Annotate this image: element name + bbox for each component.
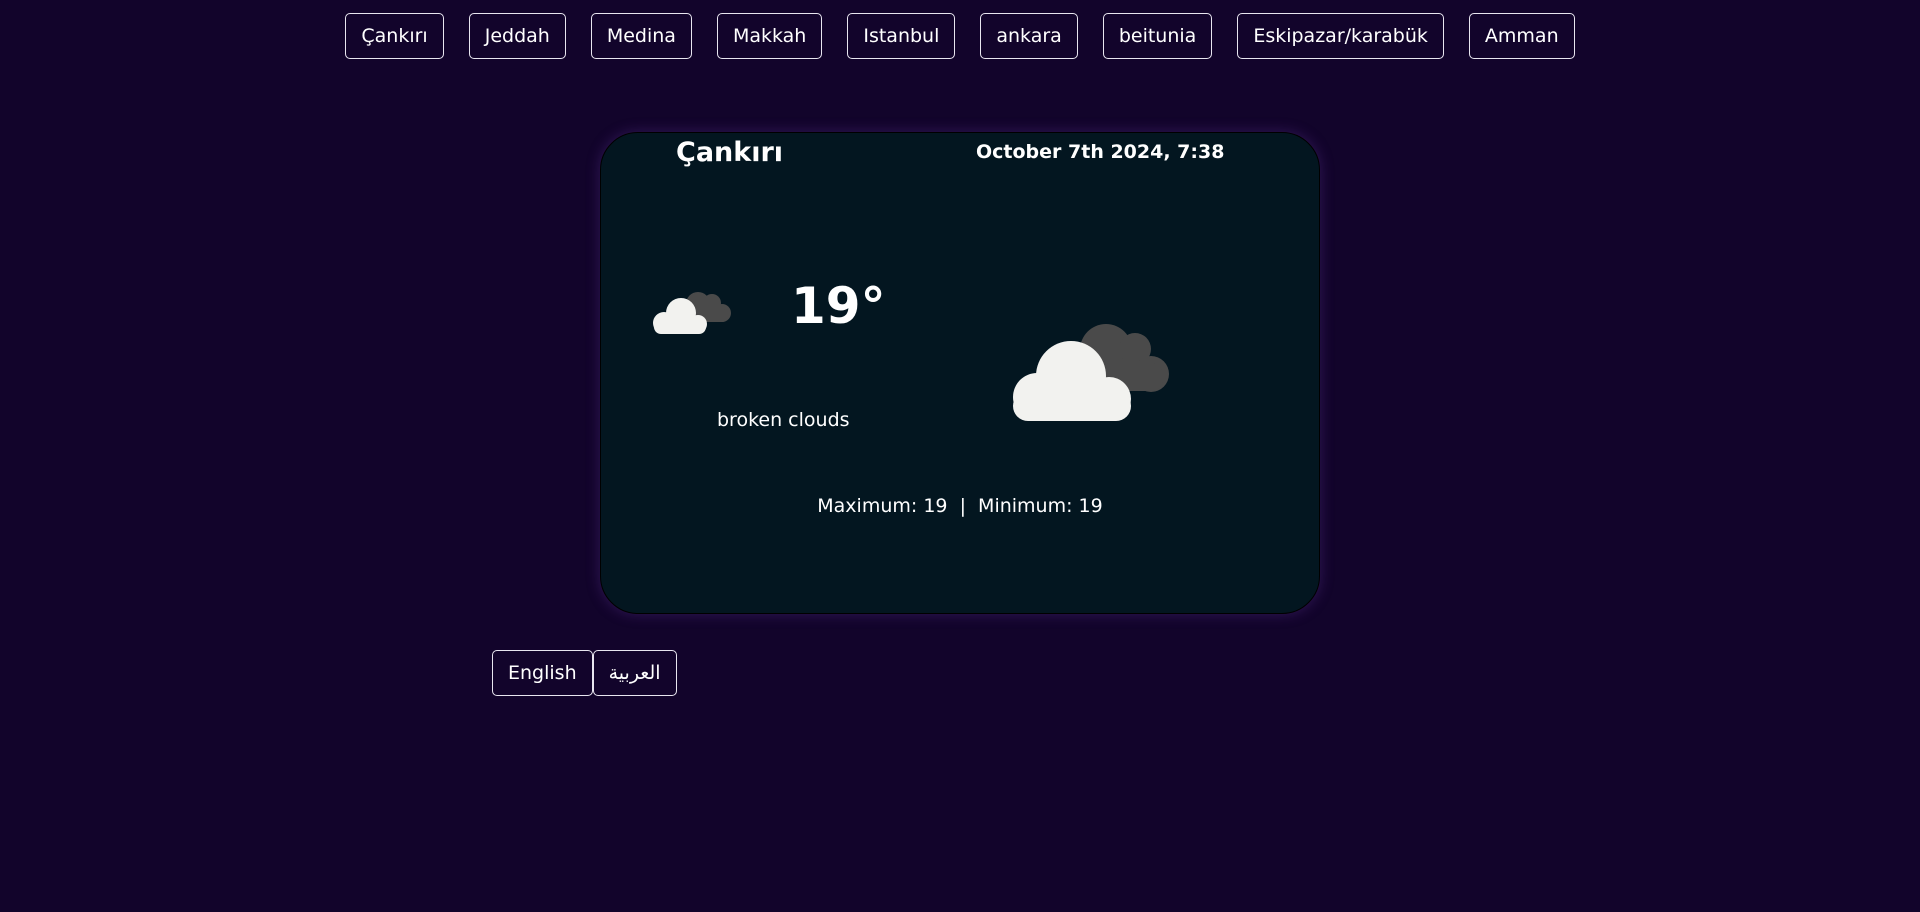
broken-clouds-icon <box>653 292 731 334</box>
city-button-ankara[interactable]: ankara <box>980 13 1078 59</box>
temperature-max-min: Maximum: 19 | Minimum: 19 <box>817 495 1103 517</box>
weather-description: broken clouds <box>717 409 850 431</box>
current-temperature: 19° <box>791 277 886 335</box>
language-switcher: English العربية <box>492 650 677 696</box>
city-button-medina[interactable]: Medina <box>590 13 692 59</box>
city-selector-bar: Çankırı Jeddah Medina Makkah Istanbul an… <box>0 13 1920 59</box>
weather-city-name: Çankırı <box>676 137 784 168</box>
city-button-cankiri[interactable]: Çankırı <box>345 13 444 59</box>
weather-card: Çankırı October 7th 2024, 7:38 19° broke… <box>600 132 1320 614</box>
city-button-eskipazar-karabuk[interactable]: Eskipazar/karabük <box>1237 13 1444 59</box>
broken-clouds-large-icon <box>1013 324 1169 421</box>
weather-datetime: October 7th 2024, 7:38 <box>976 141 1225 163</box>
city-button-jeddah[interactable]: Jeddah <box>468 13 566 59</box>
city-button-makkah[interactable]: Makkah <box>716 13 823 59</box>
city-button-amman[interactable]: Amman <box>1468 13 1575 59</box>
city-button-beitunia[interactable]: beitunia <box>1102 13 1213 59</box>
city-button-istanbul[interactable]: Istanbul <box>847 13 956 59</box>
language-button-english[interactable]: English <box>492 650 593 696</box>
language-button-arabic[interactable]: العربية <box>592 650 677 696</box>
